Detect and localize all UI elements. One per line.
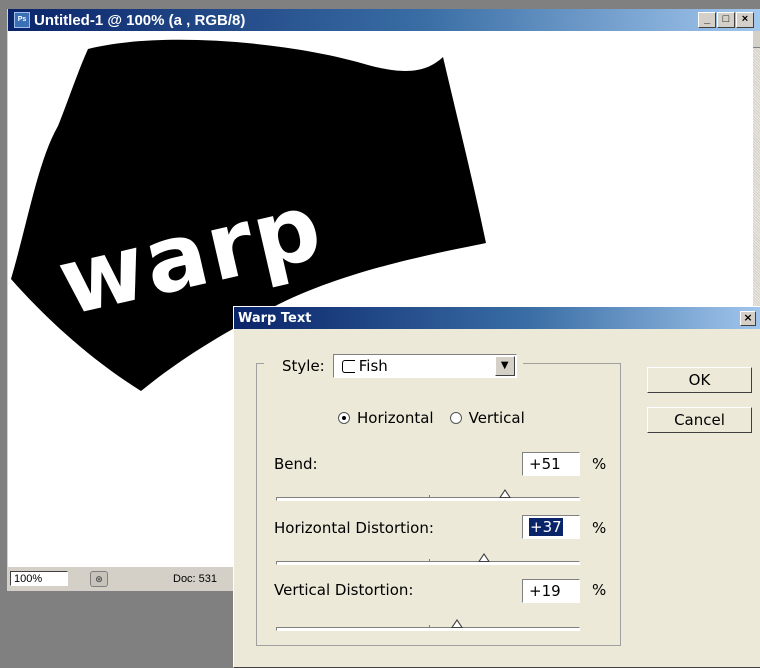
status-menu-icon[interactable]: ⊛ bbox=[90, 571, 108, 587]
bend-unit: % bbox=[592, 455, 607, 473]
warp-settings-group bbox=[256, 363, 621, 646]
bend-label: Bend: bbox=[274, 455, 318, 473]
doc-size-info[interactable]: Doc: 531 bbox=[173, 573, 217, 585]
dialog-titlebar[interactable]: Warp Text bbox=[234, 307, 760, 329]
horizontal-distortion-value: +37 bbox=[529, 518, 563, 536]
radio-horizontal-label[interactable]: Horizontal bbox=[357, 409, 434, 427]
horizontal-distortion-slider-thumb[interactable] bbox=[477, 553, 490, 562]
style-value: Fish bbox=[358, 357, 388, 375]
close-button[interactable]: × bbox=[736, 12, 754, 28]
ok-button[interactable]: OK bbox=[647, 367, 752, 393]
vertical-distortion-label: Vertical Distortion: bbox=[274, 581, 414, 599]
horizontal-distortion-unit: % bbox=[592, 519, 607, 537]
horizontal-distortion-slider[interactable] bbox=[276, 553, 580, 565]
zoom-input[interactable]: 100% bbox=[10, 571, 68, 586]
scroll-up-arrow[interactable] bbox=[753, 31, 760, 48]
document-titlebar[interactable]: Ps Untitled-1 @ 100% (a , RGB/8) _ □ × bbox=[8, 9, 760, 31]
chevron-down-icon[interactable]: ▼ bbox=[494, 356, 515, 376]
minimize-button[interactable]: _ bbox=[698, 12, 716, 28]
vertical-distortion-input[interactable]: +19 bbox=[522, 579, 580, 603]
document-title: Untitled-1 @ 100% (a , RGB/8) bbox=[34, 11, 246, 29]
photoshop-doc-icon: Ps bbox=[14, 12, 30, 28]
orientation-radios: Horizontal Vertical bbox=[338, 409, 525, 427]
bend-slider-thumb[interactable] bbox=[499, 489, 511, 498]
horizontal-distortion-label: Horizontal Distortion: bbox=[274, 519, 434, 537]
bend-input[interactable]: +51 bbox=[522, 452, 580, 476]
style-row: Style: Fish ▼ bbox=[264, 353, 523, 379]
style-label: Style: bbox=[282, 357, 325, 375]
vertical-distortion-unit: % bbox=[592, 581, 607, 599]
dialog-title: Warp Text bbox=[238, 310, 312, 326]
bend-slider[interactable] bbox=[276, 489, 580, 501]
vertical-distortion-slider[interactable] bbox=[276, 619, 580, 631]
horizontal-distortion-input[interactable]: +37 bbox=[522, 515, 580, 539]
radio-vertical[interactable] bbox=[449, 412, 462, 424]
warp-text-dialog: Warp Text × Style: Fish ▼ Horizontal Ver… bbox=[233, 306, 760, 668]
cancel-button[interactable]: Cancel bbox=[647, 407, 752, 433]
maximize-button[interactable]: □ bbox=[717, 12, 735, 28]
vertical-distortion-slider-thumb[interactable] bbox=[450, 619, 463, 628]
fish-icon bbox=[341, 359, 355, 373]
radio-vertical-label[interactable]: Vertical bbox=[469, 409, 525, 427]
radio-horizontal[interactable] bbox=[338, 412, 350, 424]
style-select[interactable]: Fish ▼ bbox=[332, 354, 517, 378]
dialog-close-button[interactable]: × bbox=[740, 311, 756, 326]
